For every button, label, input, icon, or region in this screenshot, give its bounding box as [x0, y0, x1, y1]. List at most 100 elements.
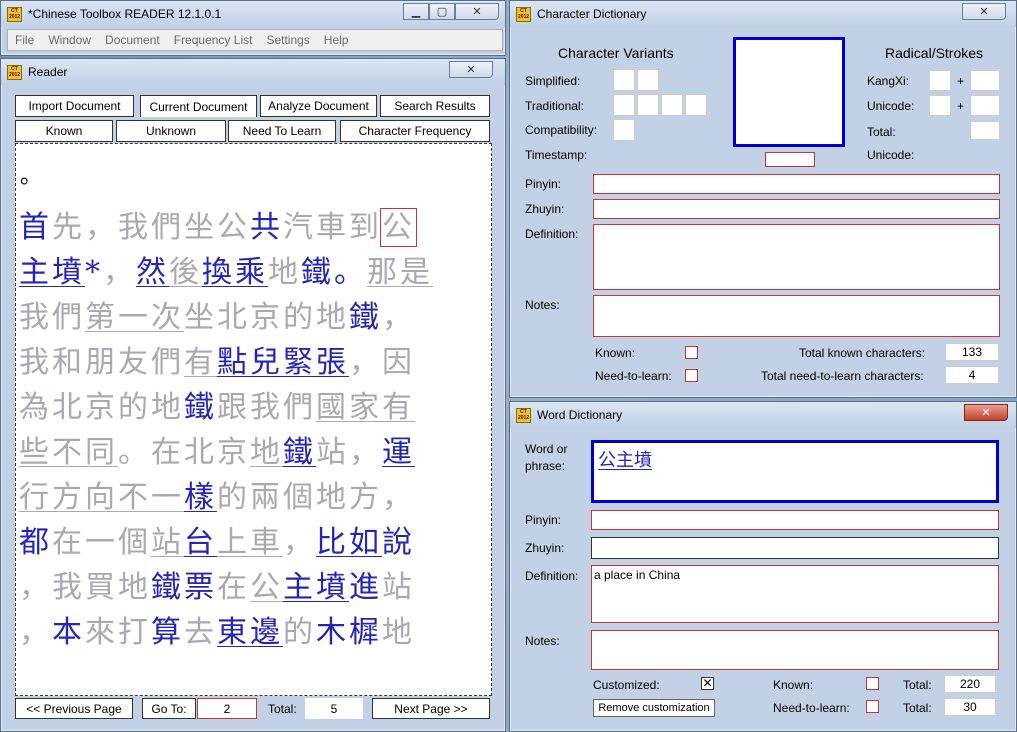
reader-character[interactable]: 上 [217, 525, 250, 560]
tab-known[interactable]: Known [15, 120, 113, 142]
reader-character[interactable]: 朋 [85, 345, 118, 380]
reader-character[interactable]: 我 [19, 300, 52, 335]
reader-character[interactable]: ， [103, 255, 136, 290]
reader-character[interactable]: 去 [184, 615, 217, 650]
char-dict-titlebar[interactable]: CT 2012 Character Dictionary ✕ [510, 1, 1016, 27]
reader-character[interactable]: 鐵 [184, 390, 217, 425]
tab-unknown[interactable]: Unknown [116, 120, 226, 142]
reader-character[interactable]: 比 [316, 525, 349, 560]
reader-character[interactable]: 有 [382, 390, 415, 425]
reader-character[interactable]: 主 [19, 255, 52, 290]
reader-character[interactable]: 跟 [217, 390, 250, 425]
traditional-box-4[interactable] [685, 94, 707, 116]
tab-need-to-learn[interactable]: Need To Learn [228, 120, 336, 142]
reader-titlebar[interactable]: CT 2012 Reader ✕ [1, 59, 505, 85]
reader-character[interactable]: 票 [184, 570, 217, 605]
reader-character[interactable]: 我 [19, 345, 52, 380]
reader-character[interactable]: ， [19, 615, 52, 650]
next-page-button[interactable]: Next Page >> [372, 698, 490, 719]
remove-customization-button[interactable]: Remove customization [593, 699, 715, 717]
compatibility-box[interactable] [613, 119, 635, 141]
reader-character[interactable]: 後 [169, 255, 202, 290]
tab-current-document[interactable]: Current Document [140, 95, 257, 117]
reader-character[interactable]: 在 [151, 435, 184, 470]
menu-settings[interactable]: Settings [259, 33, 316, 47]
reader-character[interactable]: 到 [349, 210, 382, 245]
reader-character[interactable]: 友 [118, 345, 151, 380]
reader-character[interactable]: 地 [316, 300, 349, 335]
reader-character[interactable]: 地 [268, 255, 301, 290]
reader-character[interactable]: 鐵 [283, 435, 316, 470]
reader-character[interactable]: 台 [184, 525, 217, 560]
reader-character[interactable]: ， [382, 300, 415, 335]
customized-checkbox[interactable]: ✕ [701, 677, 714, 690]
reader-character[interactable]: 同 [85, 435, 118, 470]
word-zhuyin-input[interactable] [591, 537, 999, 559]
simplified-box-2[interactable] [637, 69, 659, 91]
reader-character[interactable]: 都 [19, 525, 52, 560]
unicode-strokes-box[interactable] [970, 95, 1000, 116]
tab-search-results[interactable]: Search Results [380, 95, 490, 117]
reader-character[interactable]: 張 [316, 345, 349, 380]
char-known-checkbox[interactable] [685, 346, 698, 359]
simplified-box-1[interactable] [613, 69, 635, 91]
reader-character[interactable]: 乘 [235, 255, 268, 290]
traditional-box-2[interactable] [637, 94, 659, 116]
reader-character[interactable]: 有 [184, 345, 217, 380]
reader-character[interactable]: 方 [349, 480, 382, 515]
reader-text[interactable]: 首先，我們坐公共汽車到公 主墳*，然後換乘地鐵。那是 我們第一次坐北京的地鐵， 我和朋… [19, 205, 489, 655]
reader-character[interactable]: 運 [382, 435, 415, 470]
reader-character[interactable]: 站 [382, 570, 415, 605]
reader-character[interactable]: 一 [118, 300, 151, 335]
reader-character[interactable]: ， [19, 570, 52, 605]
reader-character[interactable]: 樣 [184, 480, 217, 515]
menu-document[interactable]: Document [98, 33, 167, 47]
reader-character[interactable]: 些 [19, 435, 52, 470]
kangxi-strokes-box[interactable] [970, 70, 1000, 91]
unicode-radical-box[interactable] [929, 95, 951, 116]
reader-close-button[interactable]: ✕ [449, 61, 493, 78]
reader-character[interactable]: 第 [85, 300, 118, 335]
reader-character[interactable]: 在 [52, 525, 85, 560]
reader-character[interactable]: 地 [316, 480, 349, 515]
reader-character[interactable]: 我 [118, 210, 151, 245]
reader-character[interactable]: 的 [118, 390, 151, 425]
reader-character[interactable]: 兩 [250, 480, 283, 515]
reader-character[interactable]: ， [283, 525, 316, 560]
reader-character[interactable]: 換 [202, 255, 235, 290]
word-dict-titlebar[interactable]: CT 2012 Word Dictionary ✕ [510, 402, 1016, 428]
reader-character[interactable]: 京 [250, 300, 283, 335]
reader-character[interactable]: 一 [151, 480, 184, 515]
reader-character[interactable]: 家 [349, 390, 382, 425]
reader-character[interactable]: 不 [52, 435, 85, 470]
reader-character[interactable]: 東 [217, 615, 250, 650]
reader-character[interactable]: 墳 [316, 570, 349, 605]
main-titlebar[interactable]: CT 2012 *Chinese Toolbox READER 12.1.0.1… [1, 1, 505, 27]
reader-character[interactable]: 來 [85, 615, 118, 650]
tab-character-frequency[interactable]: Character Frequency [340, 120, 490, 142]
reader-character[interactable]: 本 [52, 615, 85, 650]
reader-character[interactable]: 不 [118, 480, 151, 515]
char-ntl-checkbox[interactable] [685, 369, 698, 382]
reader-character[interactable]: 如 [349, 525, 382, 560]
goto-input[interactable]: 2 [197, 698, 257, 719]
reader-character[interactable]: 然 [136, 255, 169, 290]
reader-character[interactable]: 打 [118, 615, 151, 650]
reader-character[interactable]: 北 [217, 300, 250, 335]
reader-character[interactable]: 緊 [283, 345, 316, 380]
traditional-box-1[interactable] [613, 94, 635, 116]
menu-window[interactable]: Window [41, 33, 98, 47]
tab-import-document[interactable]: Import Document [15, 95, 134, 117]
menu-help[interactable]: Help [317, 33, 356, 47]
character-code-box[interactable] [765, 152, 815, 167]
word-ntl-checkbox[interactable] [866, 700, 879, 713]
kangxi-radical-box[interactable] [929, 70, 951, 91]
menu-frequency-list[interactable]: Frequency List [167, 33, 260, 47]
reader-character[interactable]: 坐 [184, 300, 217, 335]
reader-character[interactable]: 先 [52, 210, 85, 245]
reader-character[interactable]: 個 [118, 525, 151, 560]
menu-file[interactable]: File [8, 33, 41, 47]
reader-character[interactable]: 主 [283, 570, 316, 605]
character-display[interactable] [733, 37, 845, 147]
reader-character[interactable]: 進 [349, 570, 382, 605]
